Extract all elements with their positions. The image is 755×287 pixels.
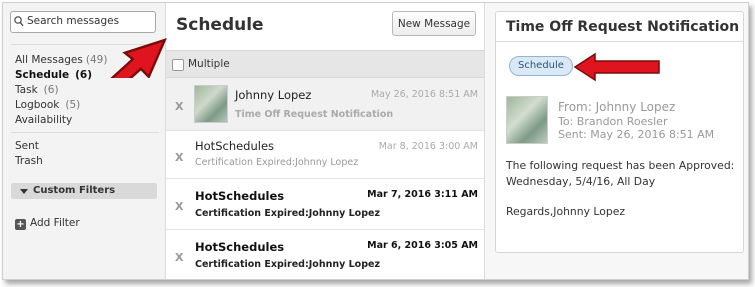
delete-icon[interactable]: X (175, 200, 183, 213)
sidebar-item-label: Task (15, 84, 38, 96)
message-row[interactable]: X HotSchedules Certification Expired:Joh… (166, 131, 484, 179)
annotation-arrow-icon (110, 38, 167, 78)
sender-thumbnail (506, 96, 548, 144)
message-subject: Certification Expired:Johnny Lopez (195, 208, 380, 219)
attachment-thumbnail (194, 85, 228, 123)
message-row[interactable]: X HotSchedules Certification Expired:Joh… (166, 179, 484, 230)
message-title: Time Off Request Notification (496, 12, 743, 42)
sidebar-item-availability[interactable]: Availability (15, 113, 72, 127)
multiple-select-bar: Multiple (166, 50, 484, 78)
sidebar-item-count: (6) (43, 84, 59, 96)
message-sender: HotSchedules (195, 189, 285, 203)
delete-icon[interactable]: X (175, 151, 183, 164)
sidebar-item-count: (5) (65, 99, 81, 111)
plus-icon: + (15, 219, 26, 230)
message-signature: Regards,Johnny Lopez (506, 205, 626, 218)
delete-icon[interactable]: X (175, 100, 183, 113)
message-sender: Johnny Lopez (235, 88, 312, 102)
message-sender: HotSchedules (195, 139, 275, 153)
delete-icon[interactable]: X (175, 251, 183, 264)
sidebar-item-label: Trash (15, 155, 43, 167)
message-sender: HotSchedules (195, 240, 285, 254)
sidebar-item-logbook[interactable]: Logbook (5) (15, 98, 80, 112)
message-to: To: Brandon Roesler (558, 115, 668, 128)
message-date: May 26, 2016 8:51 AM (370, 89, 478, 100)
message-subject: Certification Expired:Johnny Lopez (195, 259, 380, 270)
sidebar-item-label: Sent (15, 140, 39, 152)
sidebar-item-label: Availability (15, 114, 73, 126)
sidebar-item-schedule[interactable]: Schedule (6) (15, 68, 92, 82)
sidebar-item-label: All Messages (15, 54, 83, 66)
message-row[interactable]: X Johnny Lopez Time Off Request Notifica… (166, 78, 484, 131)
search-icon (14, 16, 24, 30)
new-message-button[interactable]: New Message (392, 11, 476, 36)
annotation-arrow-icon (573, 52, 660, 82)
triangle-down-icon (20, 189, 28, 194)
message-body-line: The following request has been Approved: (506, 159, 735, 172)
search-placeholder: Search messages (27, 15, 120, 27)
sidebar-item-label: Schedule (15, 69, 70, 81)
custom-filters-label: Custom Filters (33, 185, 116, 196)
message-date: Mar 8, 2016 3:00 AM (378, 141, 478, 152)
add-filter-button[interactable]: + Add Filter (15, 217, 80, 230)
message-sent: Sent: May 26, 2016 8:51 AM (558, 128, 715, 141)
sidebar-item-task[interactable]: Task (6) (15, 83, 59, 97)
message-row[interactable]: X HotSchedules Certification Expired:Joh… (166, 230, 484, 279)
sidebar-item-trash[interactable]: Trash (15, 154, 43, 168)
message-date: Mar 7, 2016 3:11 AM (367, 189, 478, 200)
message-subject: Certification Expired:Johnny Lopez (195, 157, 359, 168)
message-detail-panel: Time Off Request Notification Schedule F… (485, 3, 748, 279)
message-card: Time Off Request Notification Schedule F… (495, 11, 744, 253)
category-tag[interactable]: Schedule (509, 56, 573, 76)
message-list-panel: Schedule New Message Multiple X Johnny L… (166, 3, 485, 279)
sidebar-item-sent[interactable]: Sent (15, 139, 39, 153)
message-date: Mar 6, 2016 3:05 AM (367, 240, 478, 251)
custom-filters-toggle[interactable]: Custom Filters (11, 183, 157, 199)
divider (11, 132, 159, 133)
sidebar-item-label: Logbook (15, 99, 60, 111)
add-filter-label: Add Filter (30, 217, 80, 229)
multiple-label: Multiple (188, 58, 230, 70)
message-from: From: Johnny Lopez (558, 100, 676, 114)
message-body-line: Wednesday, 5/4/16, All Day (506, 175, 656, 188)
message-subject: Time Off Request Notification (235, 109, 394, 120)
